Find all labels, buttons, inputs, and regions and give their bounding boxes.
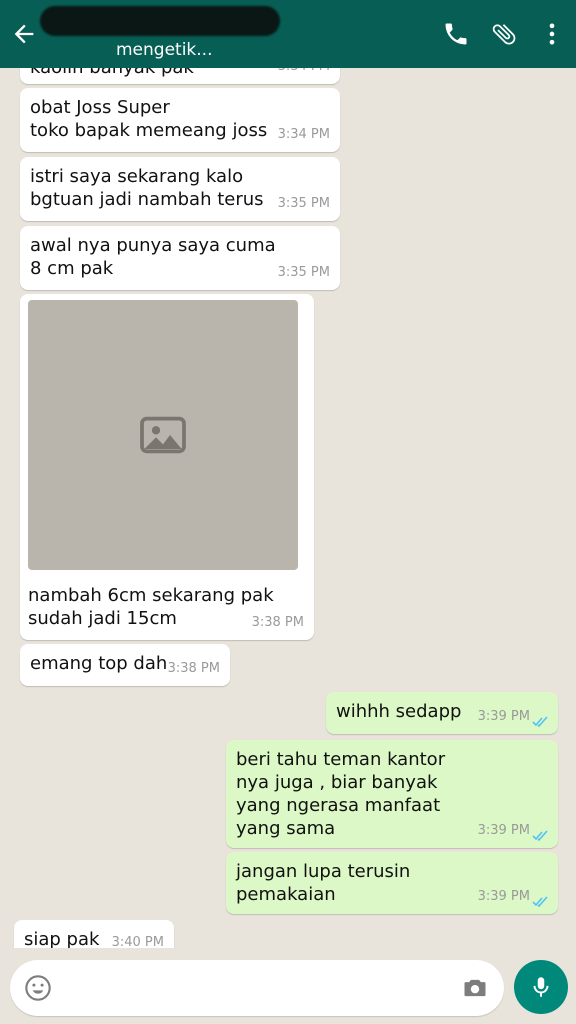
message-time: 3:34 PM bbox=[277, 127, 330, 142]
chat-area[interactable]: kaolin banyak pak 3:34 PM obat Joss Supe… bbox=[0, 68, 576, 948]
mic-button[interactable] bbox=[514, 960, 568, 1014]
message-bubble-outgoing[interactable]: jangan lupa terusin pemakaian 3:39 PM bbox=[226, 852, 558, 914]
message-bubble-incoming[interactable]: obat Joss Super toko bapak memeang joss … bbox=[20, 88, 340, 152]
message-time: 3:38 PM bbox=[167, 661, 220, 676]
message-input[interactable] bbox=[64, 970, 444, 1006]
more-vert-icon[interactable] bbox=[538, 20, 566, 48]
paperclip-icon[interactable] bbox=[490, 20, 518, 48]
message-bubble-outgoing[interactable]: wihhh sedapp 3:39 PM bbox=[326, 692, 558, 734]
read-ticks-icon bbox=[532, 716, 548, 728]
message-time: 3:39 PM bbox=[477, 823, 530, 838]
message-input-bar bbox=[10, 960, 504, 1016]
message-time: 3:34 PM bbox=[278, 68, 330, 78]
message-bubble-incoming[interactable]: istri saya sekarang kalo bgtuan jadi nam… bbox=[20, 157, 340, 221]
contact-name-redacted[interactable] bbox=[40, 6, 280, 36]
message-time: 3:39 PM bbox=[477, 889, 530, 904]
typing-status: mengetik... bbox=[116, 40, 213, 60]
message-time: 3:35 PM bbox=[277, 196, 330, 211]
emoji-icon[interactable] bbox=[24, 974, 52, 1002]
message-bubble-incoming[interactable]: awal nya punya saya cuma 8 cm pak 3:35 P… bbox=[20, 226, 340, 290]
message-bubble-incoming[interactable]: emang top dah 3:38 PM bbox=[20, 644, 230, 686]
back-arrow-icon[interactable] bbox=[10, 20, 38, 48]
camera-icon[interactable] bbox=[460, 974, 490, 1002]
image-placeholder-icon bbox=[140, 416, 186, 454]
message-time: 3:38 PM bbox=[251, 615, 304, 630]
read-ticks-icon bbox=[532, 896, 548, 908]
message-bubble-outgoing[interactable]: beri tahu teman kantor nya juga , biar b… bbox=[226, 740, 558, 848]
message-text: nambah 6cm sekarang pak sudah jadi 15cm bbox=[28, 585, 274, 629]
image-message-bubble[interactable]: nambah 6cm sekarang pak sudah jadi 15cm … bbox=[20, 294, 314, 640]
message-time: 3:35 PM bbox=[277, 265, 330, 280]
message-bubble-incoming[interactable]: siap pak 3:40 PM bbox=[14, 920, 174, 948]
read-ticks-icon bbox=[532, 830, 548, 842]
phone-icon[interactable] bbox=[442, 20, 470, 48]
message-time: 3:40 PM bbox=[111, 935, 164, 948]
message-time: 3:39 PM bbox=[477, 709, 530, 724]
image-attachment-placeholder[interactable] bbox=[28, 300, 298, 570]
message-bubble-incoming[interactable]: kaolin banyak pak 3:34 PM bbox=[20, 68, 340, 84]
chat-header: mengetik... bbox=[0, 0, 576, 68]
mic-icon bbox=[533, 977, 549, 997]
